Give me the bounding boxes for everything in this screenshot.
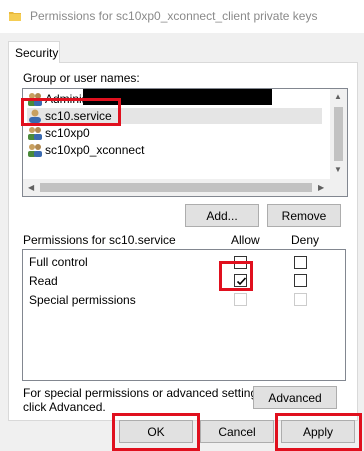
read-deny-checkbox[interactable] [294, 274, 307, 287]
folder-icon [8, 9, 22, 23]
scroll-down-icon[interactable]: ▼ [334, 165, 342, 175]
scroll-up-icon[interactable]: ▲ [334, 92, 342, 102]
scroll-right-icon[interactable]: ▶ [318, 183, 324, 193]
permission-label: Special permissions [29, 293, 136, 307]
add-button[interactable]: Add... [185, 204, 259, 227]
permissions-list: Full control Read Special permissions [22, 249, 346, 381]
scrollbar-corner [330, 179, 347, 196]
group-icon [27, 126, 43, 140]
horizontal-scrollbar[interactable]: ◀ ▶ [23, 179, 330, 196]
vertical-scrollbar[interactable]: ▲ ▼ [330, 89, 347, 179]
permissions-header: Permissions for sc10.service [23, 233, 176, 247]
full-control-deny-checkbox[interactable] [294, 256, 307, 269]
list-item-label: sc10xp0_xconnect [45, 143, 145, 157]
allow-column-header: Allow [231, 233, 260, 247]
special-permissions-deny-checkbox [294, 293, 307, 306]
scroll-left-icon[interactable]: ◀ [28, 183, 34, 193]
group-list-label: Group or user names: [23, 71, 140, 85]
highlight-read-allow [219, 261, 253, 291]
list-item-sc10xp0-xconnect[interactable]: sc10xp0_xconnect [27, 142, 322, 158]
deny-column-header: Deny [291, 233, 320, 247]
window-title: Permissions for sc10xp0_xconnect_client … [30, 9, 318, 23]
permission-label: Full control [29, 255, 88, 269]
cancel-button[interactable]: Cancel [200, 420, 274, 443]
special-permissions-allow-checkbox [234, 293, 247, 306]
advanced-note-line1: For special permissions or advanced sett… [23, 386, 267, 400]
advanced-note-line2: click Advanced. [23, 400, 106, 414]
tab-security[interactable]: Security [8, 41, 60, 63]
remove-button[interactable]: Remove [267, 204, 341, 227]
highlight-ok-button [112, 413, 200, 451]
permission-label: Read [29, 274, 58, 288]
title-bar[interactable]: Permissions for sc10xp0_xconnect_client … [0, 0, 364, 33]
highlight-sc10-service [21, 98, 121, 126]
advanced-button[interactable]: Advanced [253, 386, 337, 409]
group-icon [27, 143, 43, 157]
dialog-client-area: Security Group or user names: Administra… [0, 33, 364, 451]
list-item-sc10xp0[interactable]: sc10xp0 [27, 125, 322, 141]
list-item-label: sc10xp0 [45, 126, 90, 140]
tab-security-label: Security [15, 46, 59, 60]
highlight-apply-button [275, 413, 362, 451]
vertical-scroll-thumb[interactable] [334, 107, 343, 161]
horizontal-scroll-thumb[interactable] [40, 183, 312, 192]
